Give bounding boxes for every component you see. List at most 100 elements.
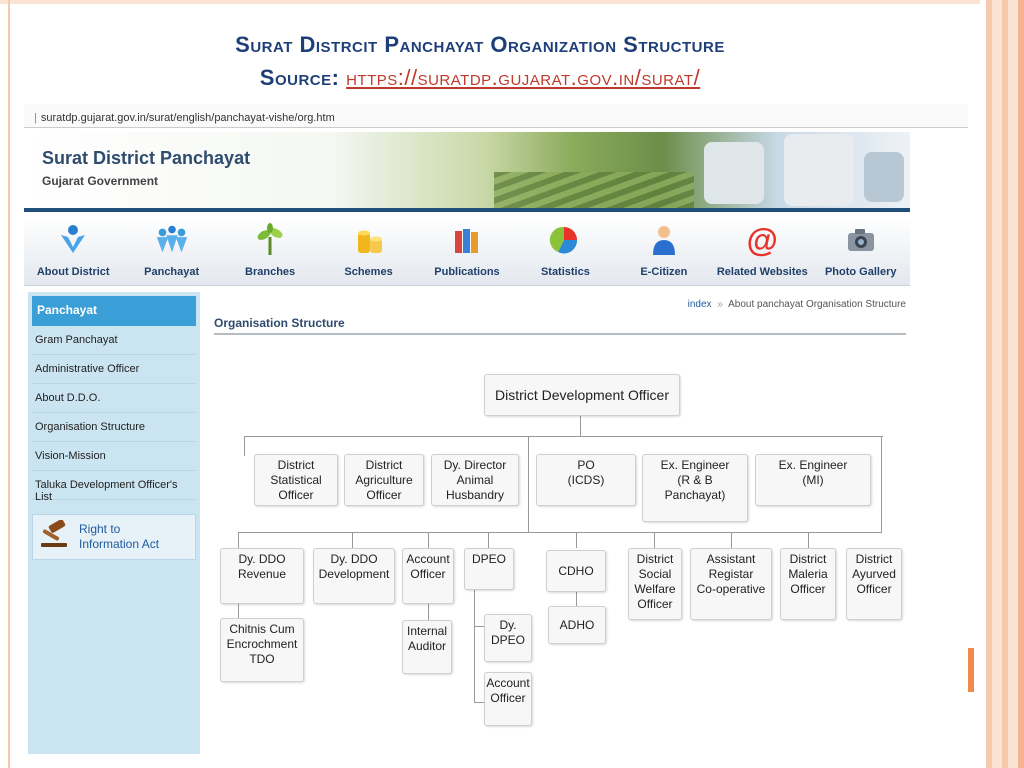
nav-label: About District	[36, 266, 110, 278]
source-label: Source:	[259, 65, 340, 90]
nav-e-citizen[interactable]: E-Citizen	[615, 216, 713, 285]
connector-line	[488, 532, 489, 548]
sidebar-item-about-ddo[interactable]: About D.D.O.	[32, 384, 196, 413]
org-box-row2: District Social Welfare Officer	[628, 548, 682, 620]
slide-title-text: Surat Distrcit Panchayat Organization St…	[235, 32, 725, 57]
nav-photo-gallery[interactable]: Photo Gallery	[812, 216, 910, 285]
at-icon: @	[746, 222, 778, 258]
website-screenshot: | suratdp.gujarat.gov.in/surat/english/p…	[24, 104, 968, 754]
connector-line	[474, 626, 484, 627]
nav-label: Schemes	[344, 266, 393, 278]
banner-field-image	[494, 172, 694, 212]
group-icon	[153, 222, 191, 258]
main-content: index » About panchayat Organisation Str…	[214, 292, 906, 754]
nav-publications[interactable]: Publications	[418, 216, 516, 285]
camera-icon	[842, 222, 880, 258]
nav-label: E-Citizen	[640, 266, 688, 278]
org-box-row2: Assistant Registar Co-operative	[690, 548, 772, 620]
nav-label: Photo Gallery	[824, 266, 897, 278]
connector-line	[731, 532, 732, 548]
address-bar[interactable]: | suratdp.gujarat.gov.in/surat/english/p…	[24, 104, 968, 128]
people-icon	[54, 222, 92, 258]
slide-right-decoration	[980, 0, 1024, 768]
nav-branches[interactable]: Branches	[221, 216, 319, 285]
slide-top-border	[0, 0, 1024, 4]
nav-label: Branches	[245, 266, 296, 278]
nav-related-websites[interactable]: @ Related Websites	[713, 216, 811, 285]
slide-title: Surat Distrcit Panchayat Organization St…	[80, 28, 880, 94]
chart-icon	[546, 222, 584, 258]
nav-statistics[interactable]: Statistics	[516, 216, 614, 285]
connector-line	[474, 590, 475, 702]
banner-divider	[24, 208, 910, 212]
sidebar-heading: Panchayat	[32, 296, 196, 326]
address-url: suratdp.gujarat.gov.in/surat/english/pan…	[40, 112, 335, 124]
org-box-row1: PO (ICDS)	[536, 454, 636, 506]
sidebar-item-tdo-list[interactable]: Taluka Development Officer's List	[32, 471, 196, 503]
nav-label: Publications	[434, 266, 500, 278]
rti-text: Right to Information Act	[79, 522, 159, 552]
nav-schemes[interactable]: Schemes	[319, 216, 417, 285]
sidebar-item-organisation-structure[interactable]: Organisation Structure	[32, 413, 196, 442]
connector-line	[428, 604, 429, 620]
site-banner: Surat District Panchayat Gujarat Governm…	[24, 132, 910, 212]
nav-label: Panchayat	[144, 266, 200, 278]
connector-line	[576, 532, 577, 548]
org-box-row2: CDHO	[546, 550, 606, 592]
cursor-icon: |	[34, 112, 37, 124]
org-box-sub: Chitnis Cum Encrochment TDO	[220, 618, 304, 682]
gavel-icon	[39, 518, 73, 555]
connector-line	[238, 532, 239, 548]
rti-line-2: Information Act	[79, 537, 160, 551]
nav-label: Related Websites	[716, 266, 808, 278]
slide-left-border	[8, 0, 10, 768]
connector-line	[238, 532, 882, 533]
main-nav: About District Panchayat Branches Scheme…	[24, 216, 910, 286]
connector-line	[528, 436, 529, 532]
connector-line	[238, 604, 239, 618]
org-box-sub: ADHO	[548, 606, 606, 644]
sidebar: Panchayat Gram Panchayat Administrative …	[28, 292, 200, 754]
connector-line	[474, 702, 484, 703]
sidebar-item-gram-panchayat[interactable]: Gram Panchayat	[32, 326, 196, 355]
rti-link[interactable]: Right to Information Act	[32, 514, 196, 560]
sidebar-item-administrative-officer[interactable]: Administrative Officer	[32, 355, 196, 384]
org-box-ddo: District Development Officer	[484, 374, 680, 416]
connector-line	[576, 592, 577, 606]
banner-photo-1	[704, 142, 764, 204]
banner-photo-3	[864, 152, 904, 202]
org-box-sub: Account Officer	[484, 672, 532, 726]
site-subtitle: Gujarat Government	[42, 174, 159, 188]
org-box-row2: DPEO	[464, 548, 514, 590]
org-box-row1: District Agriculture Officer	[344, 454, 424, 506]
source-link[interactable]: https://suratdp.gujarat.gov.in/surat/	[346, 65, 700, 90]
org-box-row1: District Statistical Officer	[254, 454, 338, 506]
org-box-row2: District Ayurved Officer	[846, 548, 902, 620]
org-box-row2: District Maleria Officer	[780, 548, 836, 620]
books-icon	[448, 222, 486, 258]
nav-panchayat[interactable]: Panchayat	[122, 216, 220, 285]
nav-about-district[interactable]: About District	[24, 216, 122, 285]
org-box-row1: Dy. Director Animal Husbandry	[431, 454, 519, 506]
connector-line	[352, 532, 353, 548]
org-box-row1: Ex. Engineer (MI)	[755, 454, 871, 506]
sidebar-item-vision-mission[interactable]: Vision-Mission	[32, 442, 196, 471]
rti-line-1: Right to	[79, 522, 121, 536]
connector-line	[654, 532, 655, 548]
org-box-row2: Account Officer	[402, 548, 454, 604]
connector-line	[428, 532, 429, 548]
org-box-sub: Internal Auditor	[402, 620, 452, 674]
connector-line	[881, 436, 882, 532]
plant-icon	[251, 222, 289, 258]
person-icon	[645, 222, 683, 258]
connector-line	[580, 416, 581, 436]
connector-line	[244, 436, 883, 437]
nav-label: Statistics	[540, 266, 590, 278]
site-name[interactable]: Surat District Panchayat	[42, 148, 250, 169]
org-box-row2: Dy. DDO Development	[313, 548, 395, 604]
org-box-row2: Dy. DDO Revenue	[220, 548, 304, 604]
slide-source-line: Source: https://suratdp.gujarat.gov.in/s…	[80, 61, 880, 94]
banner-photo-2	[784, 134, 854, 206]
org-box-sub: Dy. DPEO	[484, 614, 532, 662]
coins-icon	[350, 222, 388, 258]
